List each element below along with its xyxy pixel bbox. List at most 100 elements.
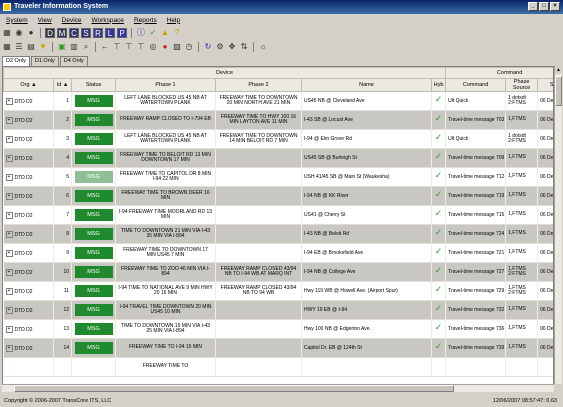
list-view-icon[interactable]: ☰ — [14, 42, 24, 52]
status-badge[interactable]: MSG — [74, 228, 113, 240]
horizontal-scrollbar[interactable] — [2, 384, 554, 392]
status-badge[interactable]: MSG — [74, 171, 113, 183]
settings-icon[interactable]: ⚙ — [215, 42, 225, 52]
warning-icon[interactable]: ▲ — [160, 28, 170, 38]
camera-icon[interactable]: ◎ — [148, 42, 158, 52]
grid-view-icon[interactable]: ▦ — [2, 42, 12, 52]
back-icon[interactable]: ← — [100, 42, 110, 52]
table-row[interactable]: + DTD D2 5 MSG FREEWAY TIME TO CAPITOL DR 8 … — [3, 167, 553, 187]
image-icon[interactable]: ▧ — [172, 42, 182, 52]
vertical-scrollbar[interactable]: ▲ — [554, 66, 562, 384]
expand-icon[interactable]: + — [5, 325, 13, 333]
table-row[interactable]: + DTD D2 12 MSG I-94 TRAVEL TIME DOWNTOWN 20… — [3, 300, 553, 320]
clock-icon[interactable]: ◷ — [184, 42, 194, 52]
table-view-icon[interactable]: ▤ — [26, 42, 36, 52]
status-badge[interactable]: MSG — [74, 266, 113, 278]
menu-view[interactable]: View — [38, 17, 52, 24]
col-phase2[interactable]: Phase 2 — [215, 78, 302, 92]
expand-icon[interactable]: + — [5, 249, 13, 257]
expand-icon[interactable]: + — [5, 173, 13, 181]
scroll-thumb[interactable] — [555, 76, 562, 106]
expand-icon[interactable]: + — [5, 211, 13, 219]
close-button[interactable]: × — [550, 2, 560, 11]
expand-icon[interactable]: + — [5, 135, 13, 143]
menu-device[interactable]: Device — [62, 17, 82, 24]
col-id[interactable]: Id ▲ — [53, 78, 72, 92]
expand-icon[interactable]: + — [5, 97, 13, 105]
menu-reports[interactable]: Reports — [134, 17, 157, 24]
expand-icon[interactable]: + — [5, 116, 13, 124]
status-badge[interactable]: MSG — [74, 209, 113, 221]
col-status[interactable]: Status — [71, 78, 116, 92]
table-row[interactable]: + DTD D2 3 MSG LEFT LANE BLOCKED US 45 NB AT… — [3, 129, 553, 149]
tab-d1-only[interactable]: D1 Only — [30, 56, 59, 66]
filter-c-icon[interactable]: ⊤ — [136, 42, 146, 52]
zoom-icon[interactable]: ⌕ — [81, 42, 91, 52]
table-row[interactable]: + DTD D2 4 MSG FREEWAY TIME TO BELOIT RD 13 … — [3, 148, 553, 168]
device-parking-icon[interactable]: P — [117, 28, 127, 38]
filter-b-icon[interactable]: ⊤ — [124, 42, 134, 52]
device-dms-icon[interactable]: D — [45, 28, 55, 38]
grid-icon[interactable]: ▦ — [2, 28, 12, 38]
device-map-icon[interactable]: M — [57, 28, 67, 38]
refresh-icon[interactable]: ↻ — [203, 42, 213, 52]
scroll-thumb[interactable] — [14, 385, 454, 392]
table-row[interactable]: + DTD D2 6 MSG FREEWAY TIME TO BROWN DEER 16… — [3, 186, 553, 206]
expand-icon[interactable]: + — [5, 230, 13, 238]
signal-icon[interactable]: ☼ — [258, 42, 268, 52]
table-row[interactable]: + DTD D2 13 MSG TIME TO DOWNTOWN 19 MIN VIA … — [3, 319, 553, 339]
status-badge[interactable]: MSG — [74, 342, 113, 354]
menu-help[interactable]: Help — [167, 17, 180, 24]
table-row[interactable]: + DTD D2 10 MSG FREEWAY TIME TO ZOO 46 MIN V… — [3, 262, 553, 282]
col-phase1[interactable]: Phase 1 — [115, 78, 216, 92]
expand-icon[interactable]: + — [5, 154, 13, 162]
filter-a-icon[interactable]: ⊤ — [112, 42, 122, 52]
filter-icon[interactable]: ▼ — [38, 42, 48, 52]
col-name[interactable]: Name — [301, 78, 432, 92]
status-badge[interactable]: MSG — [74, 247, 113, 259]
col-org[interactable]: Org ▲ — [3, 78, 54, 92]
status-badge[interactable]: MSG — [74, 323, 113, 335]
tab-d2-only[interactable]: D2 Only — [2, 56, 30, 66]
map-icon[interactable]: ▣ — [57, 42, 67, 52]
status-badge[interactable]: MSG — [74, 95, 113, 107]
minimize-button[interactable]: _ — [528, 2, 538, 11]
expand-icon[interactable]: + — [5, 344, 13, 352]
status-badge[interactable]: MSG — [74, 304, 113, 316]
device-lane-icon[interactable]: L — [105, 28, 115, 38]
globe-icon[interactable]: ● — [26, 28, 36, 38]
expand-icon[interactable]: + — [5, 268, 13, 276]
table-row[interactable]: + DTD D2 11 MSG I-94 TIME TO NATIONAL AVE 9 … — [3, 281, 553, 301]
col-hyb[interactable]: Hyb — [430, 78, 447, 92]
table-row[interactable]: + DTD D2 7 MSG I-94 FREEWAY TIME MOORLAND RD… — [3, 205, 553, 225]
help-icon[interactable]: ? — [172, 28, 182, 38]
info-icon[interactable]: ⓘ — [136, 28, 146, 38]
expand-icon[interactable]: + — [5, 287, 13, 295]
status-badge[interactable]: MSG — [74, 285, 113, 297]
alarm-icon[interactable]: ● — [160, 42, 170, 52]
menu-system[interactable]: System — [6, 17, 28, 24]
table-row[interactable]: + DTD D2 2 MSG FREEWAY RAMP CLOSED TO I-794 … — [3, 110, 553, 130]
status-badge[interactable]: MSG — [74, 133, 113, 145]
table-row[interactable]: FREEWAY TIME TO — [3, 357, 553, 377]
device-sensor-icon[interactable]: S — [81, 28, 91, 38]
menu-workspace[interactable]: Workspace — [92, 17, 124, 24]
table-row[interactable]: + DTD D2 8 MSG TIME TO DOWNTOWN 21 MIN VIA I… — [3, 224, 553, 244]
col-command[interactable]: Command — [445, 78, 507, 92]
col-start[interactable]: Start — [537, 78, 553, 92]
device-camera-icon[interactable]: C — [69, 28, 79, 38]
status-badge[interactable]: MSG — [74, 152, 113, 164]
sync-icon[interactable]: ◉ — [14, 28, 24, 38]
route-icon[interactable]: ⇅ — [239, 42, 249, 52]
move-icon[interactable]: ✥ — [227, 42, 237, 52]
maximize-button[interactable]: □ — [539, 2, 549, 11]
table-row[interactable]: + DTD D2 14 MSG FREEWAY TIME TO I-94 15 MIN C… — [3, 338, 553, 358]
table-row[interactable]: + DTD D2 1 MSG LEFT LANE BLOCKED US 45 NB AT… — [3, 91, 553, 111]
scroll-up-icon[interactable]: ▲ — [555, 66, 562, 74]
col-source[interactable]: Phase Source — [505, 78, 539, 92]
layers-icon[interactable]: ▥ — [69, 42, 79, 52]
table-row[interactable]: + DTD D2 9 MSG FREEWAY TIME TO DOWNTOWN 17 M… — [3, 243, 553, 263]
check-icon[interactable]: ✓ — [148, 28, 158, 38]
device-ramp-icon[interactable]: R — [93, 28, 103, 38]
tab-d4-only[interactable]: D4 Only — [59, 56, 88, 66]
